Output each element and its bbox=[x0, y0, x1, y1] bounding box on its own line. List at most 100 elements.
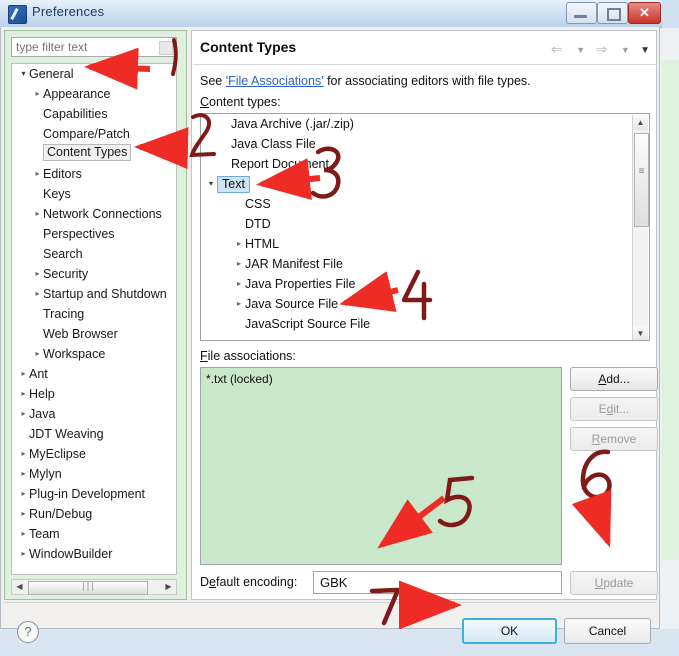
view-menu-icon[interactable] bbox=[640, 42, 650, 56]
default-encoding-field[interactable]: GBK bbox=[313, 571, 562, 594]
scroll-right-icon[interactable]: ▶ bbox=[162, 581, 175, 593]
filter-box[interactable] bbox=[11, 37, 177, 57]
edit-button[interactable]: Edit... bbox=[570, 397, 658, 421]
sidebar-item-label: Security bbox=[43, 267, 89, 281]
content-types-rows[interactable]: Java Archive (.jar/.zip) Java Class File R… bbox=[201, 114, 649, 334]
chevron-right-icon[interactable] bbox=[18, 504, 29, 524]
tree-horizontal-scrollbar[interactable]: ◀ ▶ bbox=[11, 579, 177, 595]
content-type-row[interactable]: DTD bbox=[201, 214, 649, 234]
sidebar-item-run-debug[interactable]: Run/Debug bbox=[12, 504, 176, 524]
preferences-tree[interactable]: General Appearance Capabilities Compare/Pat… bbox=[11, 63, 177, 575]
chevron-right-icon[interactable] bbox=[18, 384, 29, 404]
content-type-row[interactable]: JavaScript Source File bbox=[201, 314, 649, 334]
chevron-right-icon[interactable] bbox=[18, 464, 29, 484]
back-icon[interactable] bbox=[551, 43, 566, 55]
chevron-right-icon[interactable] bbox=[32, 84, 43, 104]
chevron-right-icon[interactable] bbox=[18, 524, 29, 544]
forward-icon[interactable] bbox=[595, 43, 610, 55]
sidebar-item-plug-in-development[interactable]: Plug-in Development bbox=[12, 484, 176, 504]
content-type-row[interactable]: Java Class File bbox=[201, 134, 649, 154]
chevron-right-icon[interactable] bbox=[18, 484, 29, 504]
content-type-row[interactable]: Java Source File bbox=[201, 294, 649, 314]
sidebar-item-compare-patch[interactable]: Compare/Patch bbox=[12, 124, 176, 144]
page-navigation-icons bbox=[544, 41, 650, 57]
file-associations-label: File associations: bbox=[200, 349, 296, 363]
forward-dropdown-icon[interactable] bbox=[621, 42, 630, 56]
scrollbar-thumb[interactable] bbox=[28, 581, 148, 595]
sidebar-item-general[interactable]: General bbox=[12, 64, 176, 84]
clear-filter-icon[interactable] bbox=[159, 41, 173, 55]
help-icon[interactable]: ? bbox=[17, 621, 39, 643]
file-associations-link[interactable]: 'File Associations' bbox=[226, 74, 324, 88]
sidebar-item-label: Perspectives bbox=[43, 227, 115, 241]
ok-button[interactable]: OK bbox=[462, 618, 557, 644]
scroll-left-icon[interactable]: ◀ bbox=[13, 581, 26, 593]
chevron-right-icon[interactable] bbox=[18, 404, 29, 424]
sidebar-item-appearance[interactable]: Appearance bbox=[12, 84, 176, 104]
content-type-label: Java Properties File bbox=[245, 277, 356, 291]
cancel-button[interactable]: Cancel bbox=[564, 618, 651, 644]
sidebar-item-security[interactable]: Security bbox=[12, 264, 176, 284]
minimize-button[interactable] bbox=[566, 2, 597, 24]
search-input[interactable] bbox=[12, 38, 156, 56]
content-type-label: DTD bbox=[245, 217, 271, 231]
chevron-down-icon[interactable] bbox=[18, 64, 29, 84]
chevron-right-icon[interactable] bbox=[32, 204, 43, 224]
chevron-right-icon[interactable] bbox=[32, 264, 43, 284]
page-title: Content Types bbox=[200, 39, 297, 55]
chevron-down-icon[interactable] bbox=[205, 174, 217, 194]
close-button[interactable]: ✕ bbox=[628, 2, 661, 24]
content-type-row[interactable]: Text bbox=[201, 174, 649, 194]
remove-button[interactable]: Remove bbox=[570, 427, 658, 451]
sidebar-item-network-connections[interactable]: Network Connections bbox=[12, 204, 176, 224]
chevron-right-icon[interactable] bbox=[18, 364, 29, 384]
sidebar-item-search[interactable]: Search bbox=[12, 244, 176, 264]
scroll-down-icon[interactable]: ▼ bbox=[633, 326, 648, 340]
file-associations-list[interactable]: *.txt (locked) bbox=[200, 367, 562, 565]
content-types-list[interactable]: Java Archive (.jar/.zip) Java Class File R… bbox=[200, 113, 650, 341]
file-association-item[interactable]: *.txt (locked) bbox=[206, 371, 561, 387]
chevron-right-icon[interactable] bbox=[233, 274, 245, 294]
sidebar-item-workspace[interactable]: Workspace bbox=[12, 344, 176, 364]
chevron-right-icon[interactable] bbox=[233, 234, 245, 254]
sidebar-item-ant[interactable]: Ant bbox=[12, 364, 176, 384]
content-type-row[interactable]: Java Properties File bbox=[201, 274, 649, 294]
sidebar-item-startup-and-shutdown[interactable]: Startup and Shutdown bbox=[12, 284, 176, 304]
sidebar-item-label: General bbox=[29, 67, 74, 81]
content-type-row[interactable]: Java Archive (.jar/.zip) bbox=[201, 114, 649, 134]
chevron-right-icon[interactable] bbox=[32, 284, 43, 304]
sidebar-item-web-browser[interactable]: Web Browser bbox=[12, 324, 176, 344]
content-type-row[interactable]: Report Document bbox=[201, 154, 649, 174]
sidebar-item-editors[interactable]: Editors bbox=[12, 164, 176, 184]
scroll-up-icon[interactable]: ▲ bbox=[633, 115, 648, 130]
sidebar-item-team[interactable]: Team bbox=[12, 524, 176, 544]
chevron-right-icon[interactable] bbox=[32, 164, 43, 184]
maximize-button[interactable] bbox=[597, 2, 628, 24]
chevron-right-icon[interactable] bbox=[233, 254, 245, 274]
chevron-right-icon[interactable] bbox=[18, 444, 29, 464]
sidebar-item-help[interactable]: Help bbox=[12, 384, 176, 404]
content-type-row[interactable]: HTML bbox=[201, 234, 649, 254]
sidebar-item-keys[interactable]: Keys bbox=[12, 184, 176, 204]
update-button[interactable]: Update bbox=[570, 571, 658, 595]
chevron-right-icon[interactable] bbox=[233, 294, 245, 314]
content-types-scrollbar[interactable]: ▲ ▼ bbox=[632, 115, 649, 340]
add-button[interactable]: Add... bbox=[570, 367, 658, 391]
sidebar-item-jdt-weaving[interactable]: JDT Weaving bbox=[12, 424, 176, 444]
content-type-label: Text bbox=[217, 176, 250, 193]
content-type-row[interactable]: CSS bbox=[201, 194, 649, 214]
sidebar-item-myeclipse[interactable]: MyEclipse bbox=[12, 444, 176, 464]
sidebar-item-content-types[interactable]: Content Types bbox=[12, 144, 176, 164]
sidebar-item-mylyn[interactable]: Mylyn bbox=[12, 464, 176, 484]
sidebar-item-windowbuilder[interactable]: WindowBuilder bbox=[12, 544, 176, 564]
scrollbar-thumb[interactable] bbox=[634, 133, 649, 227]
sidebar-item-perspectives[interactable]: Perspectives bbox=[12, 224, 176, 244]
chevron-right-icon[interactable] bbox=[18, 544, 29, 564]
chevron-right-icon[interactable] bbox=[32, 344, 43, 364]
content-type-row[interactable]: JAR Manifest File bbox=[201, 254, 649, 274]
sidebar-item-java[interactable]: Java bbox=[12, 404, 176, 424]
content-type-label: CSS bbox=[245, 197, 271, 211]
back-dropdown-icon[interactable] bbox=[576, 42, 585, 56]
sidebar-item-tracing[interactable]: Tracing bbox=[12, 304, 176, 324]
sidebar-item-capabilities[interactable]: Capabilities bbox=[12, 104, 176, 124]
